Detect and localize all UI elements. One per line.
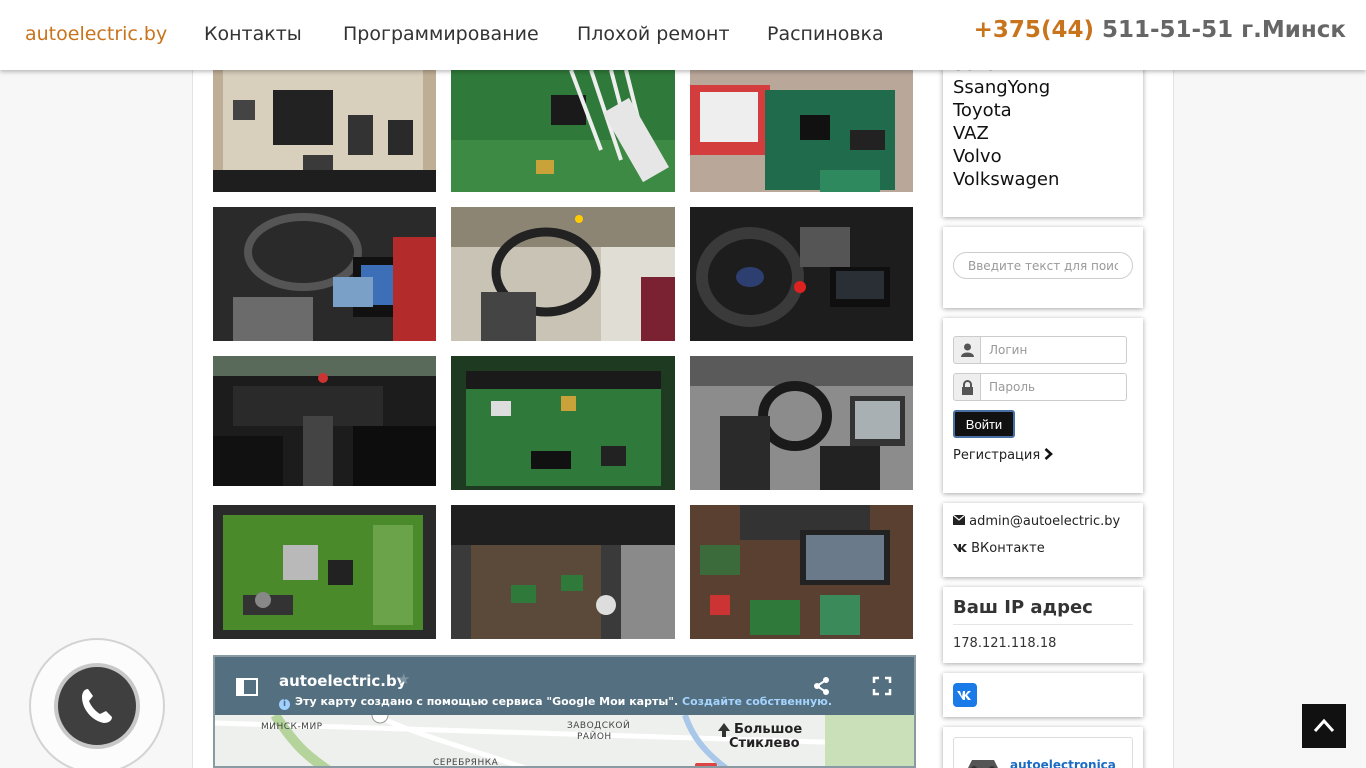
password-input[interactable] <box>980 373 1127 401</box>
header-phone[interactable]: +375(44) 511-51-51 г.Минск <box>974 17 1346 43</box>
map-note-text: Эту карту создано с помощью сервиса "Goo… <box>295 695 679 708</box>
phone-icon <box>82 689 112 723</box>
contacts-widget: admin@autoelectric.by ВКонтакте <box>943 503 1143 577</box>
ip-title: Ваш IP адрес <box>953 597 1133 625</box>
map-label-rayon: РАЙОН <box>577 732 612 742</box>
ip-value: 178.121.118.18 <box>953 636 1057 651</box>
nav-programming[interactable]: Программирование <box>343 23 539 45</box>
register-link-label: Регистрация <box>953 448 1041 463</box>
map-label-stiklevo: Стиклево <box>729 736 800 751</box>
map-title: autoelectric.by <box>279 672 407 690</box>
map-label-minsk-mir: МИНСК-МИР <box>261 722 323 732</box>
search-input[interactable] <box>953 252 1133 279</box>
map-create-link[interactable]: Создайте собственную. <box>682 695 832 708</box>
partner-banner[interactable]: autoelectronica <box>953 737 1133 768</box>
chevron-up-icon <box>1313 718 1335 733</box>
nav-bad-repair[interactable]: Плохой ремонт <box>577 23 730 45</box>
scroll-to-top-button[interactable] <box>1302 704 1346 748</box>
vk-widget <box>943 673 1143 717</box>
login-field-group <box>953 336 1127 364</box>
map-header-bar: autoelectric.by ★ i Эту карту создано с п… <box>215 657 914 715</box>
vk-logo-icon[interactable] <box>953 683 977 707</box>
share-icon[interactable] <box>811 675 833 697</box>
envelope-icon <box>952 514 966 525</box>
top-navbar: autoelectric.by Контакты Программировани… <box>0 0 1366 70</box>
map-note: i Эту карту создано с помощью сервиса "Go… <box>279 695 832 710</box>
gallery-photo-car-interior-dashboard[interactable] <box>213 356 436 486</box>
gallery-photo-green-ecu-board[interactable] <box>213 505 436 639</box>
register-link[interactable]: Регистрация <box>953 448 1054 463</box>
google-map-embed[interactable]: autoelectric.by ★ i Эту карту создано с п… <box>213 655 916 768</box>
map-location-marker-icon <box>718 723 730 737</box>
vk-text: ВКонтакте <box>971 541 1045 556</box>
login-widget: Войти Регистрация <box>943 318 1143 493</box>
email-link[interactable]: admin@autoelectric.by <box>952 514 1121 529</box>
password-field-group <box>953 373 1127 401</box>
gallery-photo-car-interior-tablet[interactable] <box>690 356 913 490</box>
gallery-photo-car-interior-laptop-dark[interactable] <box>690 207 913 341</box>
lock-icon <box>953 373 981 401</box>
gallery-photo-green-pcb-large[interactable] <box>451 356 675 490</box>
fullscreen-icon[interactable] <box>871 675 893 697</box>
call-button[interactable] <box>54 663 140 749</box>
email-text: admin@autoelectric.by <box>969 514 1121 529</box>
map-area[interactable]: МИНСК-МИР ЗАВОДСКОЙ РАЙОН СЕРЕБРЯНКА Бол… <box>215 706 914 768</box>
login-button[interactable]: Войти <box>953 410 1015 438</box>
car-logo-icon <box>968 760 998 768</box>
gallery-photo-workbench-laptop-pcb[interactable] <box>690 505 913 639</box>
brand-item-volkswagen[interactable]: Volkswagen <box>953 168 1133 191</box>
map-label-serebryanka: СЕРЕБРЯНКА <box>433 758 499 768</box>
phone-code: +375(44) <box>973 17 1094 43</box>
star-icon[interactable]: ★ <box>397 670 410 688</box>
gallery-photo-ecu-board-closeup[interactable] <box>213 70 436 192</box>
search-widget <box>943 227 1143 308</box>
info-icon: i <box>279 699 290 710</box>
phone-number: 511-51-51 г.Минск <box>1093 17 1346 43</box>
gallery-photo-car-interior-beige[interactable] <box>451 207 675 341</box>
brand-item-toyota[interactable]: Toyota <box>953 99 1133 122</box>
nav-contacts[interactable]: Контакты <box>204 23 302 45</box>
ip-widget: Ваш IP адрес 178.121.118.18 <box>943 587 1143 663</box>
gallery-photo-green-pcb-wired[interactable] <box>451 70 675 192</box>
gallery-photo-car-floor-modules[interactable] <box>451 505 675 639</box>
vk-link[interactable]: ВКонтакте <box>953 541 1045 556</box>
login-input[interactable] <box>980 336 1127 364</box>
partner-widget: autoelectronica <box>943 727 1143 768</box>
brand-item-volvo[interactable]: Volvo <box>953 145 1133 168</box>
nav-pinout[interactable]: Распиновка <box>767 23 884 45</box>
gallery-photo-car-interior-laptop[interactable] <box>213 207 436 341</box>
map-label-bolshoe: Большое <box>734 722 803 737</box>
user-icon <box>953 336 981 364</box>
gallery-photo-bosch-ecu-open[interactable] <box>690 70 913 192</box>
brand-item-ssangyong[interactable]: SsangYong <box>953 76 1133 99</box>
chevron-right-icon <box>1044 448 1054 460</box>
site-brand-link[interactable]: autoelectric.by <box>25 23 167 45</box>
map-label-zavodskoy: ЗАВОДСКОЙ <box>567 721 631 731</box>
map-legend-icon[interactable] <box>235 677 259 697</box>
brand-item-vaz[interactable]: VAZ <box>953 122 1133 145</box>
partner-text: autoelectronica <box>1010 758 1116 768</box>
vk-icon <box>953 544 967 552</box>
